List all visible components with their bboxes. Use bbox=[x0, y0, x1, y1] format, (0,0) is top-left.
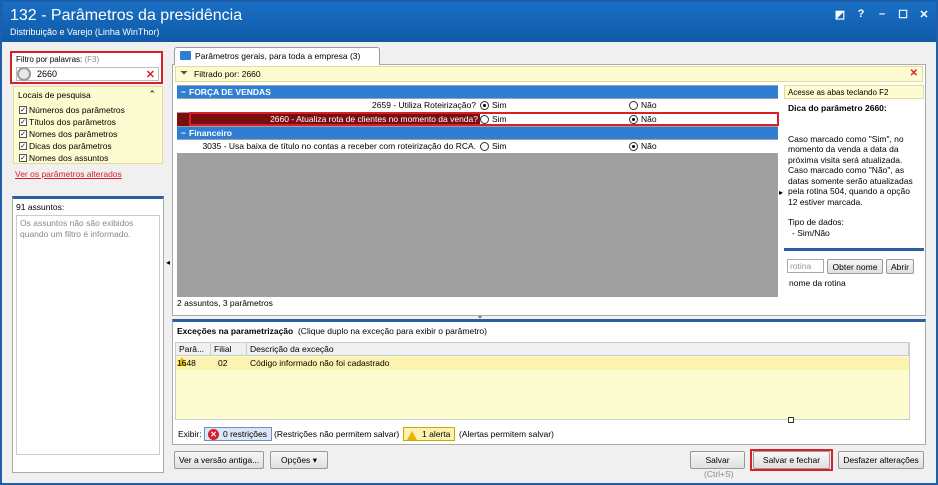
collapse-group-icon[interactable]: − bbox=[181, 86, 189, 98]
radio-sim[interactable]: Sim bbox=[480, 99, 507, 112]
tip-data-type-label: Tipo de dados: bbox=[788, 217, 844, 227]
routine-name-caption: nome da rotina bbox=[789, 278, 846, 288]
exceptions-header: Parâ... Filial Descrição da exceção bbox=[176, 343, 909, 356]
exceptions-hint: (Clique duplo na exceção para exibir o p… bbox=[297, 326, 487, 336]
checkbox-icon: ✓ bbox=[19, 154, 27, 162]
filter-value: 2660 bbox=[37, 69, 58, 79]
radio-nao[interactable]: Não bbox=[629, 140, 657, 153]
col-branch[interactable]: Filial bbox=[211, 343, 247, 356]
checkbox-icon: ✓ bbox=[19, 106, 27, 114]
radio-sim[interactable]: Sim bbox=[480, 140, 507, 153]
clear-filter-icon[interactable]: ✕ bbox=[146, 68, 155, 81]
exceptions-grid: Parâ... Filial Descrição da exceção 1648… bbox=[175, 342, 910, 420]
checkbox-subject-names[interactable]: ✓ Nomes dos assuntos bbox=[19, 153, 108, 163]
minimize-icon[interactable]: – bbox=[876, 8, 888, 20]
alerts-toggle[interactable]: 1 alerta bbox=[403, 427, 456, 441]
radio-icon bbox=[480, 142, 489, 151]
tab-general-params[interactable]: Parâmetros gerais, para toda a empresa (… bbox=[174, 47, 380, 65]
resize-handle[interactable] bbox=[788, 417, 794, 423]
parameter-name: 2659 - Utiliza Roteirização? bbox=[372, 100, 476, 110]
chevron-left-icon[interactable]: ◂ bbox=[166, 258, 170, 267]
search-locations: Locais de pesquisa ⌃ ✓ Números dos parâme… bbox=[13, 86, 163, 164]
col-param[interactable]: Parâ... bbox=[176, 343, 211, 356]
folder-icon bbox=[180, 51, 191, 60]
checkbox-param-tips[interactable]: ✓ Dicas dos parâmetros bbox=[19, 141, 112, 151]
checkbox-param-names[interactable]: ✓ Nomes dos parâmetros bbox=[19, 129, 117, 139]
checkbox-param-numbers[interactable]: ✓ Números dos parâmetros bbox=[19, 105, 125, 115]
funnel-icon: ⏷ bbox=[180, 68, 188, 79]
window-title: 132 - Parâmetros da presidência bbox=[10, 7, 243, 24]
word-filter: Filtro por palavras: (F3) 2660 ✕ bbox=[10, 51, 163, 84]
chevron-right-icon[interactable]: ▸ bbox=[779, 188, 783, 197]
search-icon bbox=[17, 67, 31, 81]
highlight-frame bbox=[750, 449, 833, 471]
tip-data-type-value: - Sim/Não bbox=[792, 227, 830, 238]
warning-icon bbox=[407, 431, 417, 441]
old-version-button[interactable]: Ver a versão antiga... bbox=[174, 451, 264, 469]
checkbox-icon: ✓ bbox=[19, 142, 27, 150]
save-shortcut: (Ctrl+S) bbox=[704, 469, 734, 479]
group-header[interactable]: − FORÇA DE VENDAS bbox=[177, 86, 778, 98]
radio-nao[interactable]: Não bbox=[629, 99, 657, 112]
highlight-frame bbox=[189, 112, 779, 126]
col-description[interactable]: Descrição da exceção bbox=[247, 343, 909, 356]
exception-row[interactable]: 1648 02 Código informado não foi cadastr… bbox=[176, 357, 909, 370]
radio-selected-icon bbox=[480, 101, 489, 110]
help-icon[interactable]: ? bbox=[855, 8, 867, 20]
exceptions-title: Exceções na parametrização bbox=[177, 326, 294, 336]
get-name-button[interactable]: Obter nome bbox=[827, 259, 883, 274]
parameter-name: 3035 - Usa baixa de título no contas a r… bbox=[202, 141, 476, 151]
window-subtitle: Distribuição e Varejo (Linha WinThor) bbox=[10, 27, 160, 37]
filter-label: Filtro por palavras: bbox=[16, 55, 83, 64]
radio-selected-icon bbox=[629, 142, 638, 151]
parameter-row[interactable]: 3035 - Usa baixa de título no contas a r… bbox=[177, 140, 778, 153]
restrictions-toggle[interactable]: ✕ 0 restrições bbox=[204, 427, 272, 441]
search-locations-title: Locais de pesquisa bbox=[18, 90, 91, 100]
tip-panel: Dica do parâmetro 2660: Caso marcado com… bbox=[784, 100, 924, 246]
checkbox-icon: ✓ bbox=[19, 130, 27, 138]
radio-icon bbox=[629, 101, 638, 110]
dropdown-arrow-icon: ▾ bbox=[312, 455, 317, 465]
group-header[interactable]: − Financeiro bbox=[177, 127, 778, 139]
tip-body: Caso marcado como "Sim", no momento da v… bbox=[788, 133, 913, 207]
left-splitter[interactable]: ◂ bbox=[166, 200, 171, 310]
tip-title: Dica do parâmetro 2660: bbox=[788, 103, 887, 113]
undo-button[interactable]: Desfazer alterações bbox=[838, 451, 924, 469]
close-icon[interactable]: ✕ bbox=[918, 8, 930, 21]
routine-panel: rotina Obter nome Abrir nome da rotina bbox=[784, 248, 924, 296]
grid-summary: 2 assuntos, 3 parâmetros bbox=[177, 298, 273, 308]
filtered-bar: ⏷ Filtrado por: 2660 ✕ bbox=[175, 66, 923, 82]
f2-hint: Acesse as abas teclando F2 bbox=[784, 85, 924, 99]
parameter-row[interactable]: 2659 - Utiliza Roteirização? Sim Não bbox=[177, 99, 778, 112]
collapse-group-icon[interactable]: − bbox=[181, 127, 189, 139]
restore-icon[interactable]: ◩ bbox=[834, 8, 846, 21]
maximize-icon[interactable]: ☐ bbox=[897, 8, 909, 21]
checkbox-param-titles[interactable]: ✓ Títulos dos parâmetros bbox=[19, 117, 116, 127]
clear-filtered-icon[interactable]: ✕ bbox=[910, 68, 918, 79]
restrictions-note: (Restrições não permitem salvar) bbox=[274, 429, 400, 439]
options-button[interactable]: Opções ▾ bbox=[270, 451, 328, 469]
filter-input[interactable]: 2660 ✕ bbox=[16, 67, 159, 81]
subjects-panel: 91 assuntos: Os assuntos não são exibido… bbox=[12, 196, 164, 473]
subjects-count: 91 assuntos: bbox=[16, 202, 65, 212]
title-bar: 132 - Parâmetros da presidência Distribu… bbox=[2, 2, 936, 42]
filter-shortcut: (F3) bbox=[84, 55, 100, 64]
collapse-icon[interactable]: ⌃ bbox=[148, 89, 156, 100]
subjects-message: Os assuntos não são exibidos quando um f… bbox=[16, 215, 160, 455]
alerts-note: (Alertas permitem salvar) bbox=[459, 429, 554, 439]
altered-params-link[interactable]: Ver os parâmetros alterados bbox=[15, 169, 122, 179]
routine-input[interactable]: rotina bbox=[787, 259, 824, 273]
filtered-label: Filtrado por: 2660 bbox=[194, 69, 261, 79]
error-icon: ✕ bbox=[208, 429, 219, 440]
open-button[interactable]: Abrir bbox=[886, 259, 914, 274]
show-label: Exibir: bbox=[178, 429, 202, 439]
checkbox-icon: ✓ bbox=[19, 118, 27, 126]
save-button[interactable]: Salvar bbox=[690, 451, 745, 469]
